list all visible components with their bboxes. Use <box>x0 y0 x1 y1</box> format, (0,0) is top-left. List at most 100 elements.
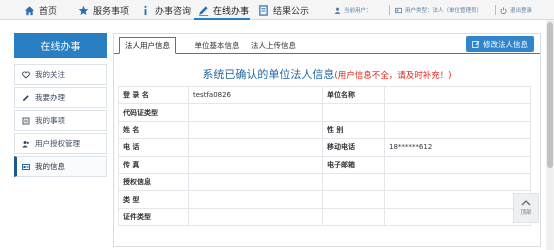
sidebar-item-apply[interactable]: 我要办理 <box>14 87 107 108</box>
field-value <box>384 155 531 174</box>
nav-results[interactable]: 结果公示 <box>258 0 309 20</box>
home-icon <box>24 5 35 15</box>
nav-home-label: 首页 <box>39 6 58 17</box>
scrollbar-thumb[interactable] <box>547 22 553 168</box>
table-row: 代码证类型 <box>118 103 531 122</box>
field-label: 电子邮箱 <box>322 155 385 174</box>
field-label: 移动电话 <box>322 138 385 157</box>
field-label-text: 授权信息 <box>123 178 151 187</box>
nav-services[interactable]: 服务事项 <box>78 0 129 20</box>
sidebar: 在线办事 我的关注 我要办理 我的事项 用户授权管理 我的信息 <box>14 33 107 177</box>
tab-unit-basic-info[interactable]: 单位基本信息 <box>187 37 247 54</box>
power-icon <box>500 6 507 14</box>
tab-bar: 法人用户信息 单位基本信息 法人上传信息 修改法人信息 <box>114 34 540 54</box>
id-card-icon <box>22 163 30 170</box>
nav-consult-label: 办事咨询 <box>155 6 192 17</box>
field-label: 类 型 <box>118 190 189 209</box>
current-user: 当前用户： <box>334 0 372 20</box>
sidebar-item-label: 我的信息 <box>35 162 65 171</box>
main-panel: 法人用户信息 单位基本信息 法人上传信息 修改法人信息 系统已确认的单位法人信息… <box>113 33 541 247</box>
field-value <box>188 190 323 209</box>
field-value <box>384 103 531 122</box>
user-type-label: 用户类型：法人（单位管理员） <box>405 8 483 14</box>
folder-icon <box>22 117 30 124</box>
field-label-text: 类 型 <box>123 195 140 204</box>
table-row: 授权信息 <box>118 172 531 192</box>
legal-info-table: 登 录 名 testfa0826 单位名称代码证类型姓 名 性 别电 话 移动电话 18*… <box>118 85 531 227</box>
field-label: 证件类型 <box>118 207 189 227</box>
field-label: 登 录 名 <box>118 85 189 105</box>
info-warning: (用户信息不全，请及时补充！) <box>334 71 452 81</box>
sidebar-item-user-auth[interactable]: 用户授权管理 <box>14 133 107 154</box>
field-value <box>384 190 531 209</box>
field-label-text: 证件类型 <box>123 212 151 221</box>
edit-icon <box>23 94 29 101</box>
document-icon <box>259 4 268 16</box>
back-to-top-button[interactable]: 顶部 <box>513 193 539 223</box>
field-label: 姓 名 <box>118 120 189 140</box>
field-label <box>322 207 385 227</box>
field-label: 性 别 <box>322 120 385 140</box>
id-card-icon <box>395 7 402 13</box>
field-label-text: 电 话 <box>123 143 140 152</box>
nav-active-indicator <box>194 18 250 20</box>
sidebar-item-label: 我的事项 <box>35 116 65 125</box>
tab-legal-upload-info[interactable]: 法人上传信息 <box>245 37 302 54</box>
field-label-text: 登 录 名 <box>123 91 149 100</box>
current-user-label: 当前用户： <box>344 8 372 14</box>
field-value <box>384 207 531 227</box>
info-title: 系统已确认的单位法人信息(用户信息不全，请及时补充！) <box>114 66 540 82</box>
info-icon <box>144 5 147 15</box>
divider <box>495 5 496 15</box>
field-label: 代码证类型 <box>118 103 189 122</box>
pencil-icon <box>198 5 209 16</box>
sidebar-item-label: 我的关注 <box>35 70 65 79</box>
nav-results-label: 结果公示 <box>273 6 310 17</box>
sidebar-item-my-matters[interactable]: 我的事项 <box>14 110 107 131</box>
field-value <box>188 120 323 140</box>
field-label-text: 性 别 <box>327 125 344 134</box>
nav-services-label: 服务事项 <box>93 6 130 17</box>
field-value <box>188 138 323 157</box>
table-row: 证件类型 <box>118 207 531 227</box>
field-value <box>384 85 531 105</box>
nav-consult[interactable]: 办事咨询 <box>140 0 191 20</box>
field-value <box>384 172 531 192</box>
field-label: 授权信息 <box>118 172 189 192</box>
nav-online-label: 在线办事 <box>213 6 250 17</box>
table-row: 登 录 名 testfa0826 单位名称 <box>118 85 531 105</box>
back-to-top-label: 顶部 <box>520 210 532 216</box>
field-label <box>322 103 385 122</box>
field-value-text: testfa0826 <box>193 91 232 100</box>
sidebar-item-my-info[interactable]: 我的信息 <box>14 156 107 177</box>
heart-icon <box>22 70 30 79</box>
sidebar-title: 在线办事 <box>14 33 107 58</box>
edit-icon <box>472 41 480 48</box>
top-navigation: 首页 服务事项 办事咨询 在线办事 结果公示 当前用户： 用户类型：法人（单位管… <box>0 0 554 20</box>
field-label: 传 真 <box>118 155 189 174</box>
edit-legal-info-button[interactable]: 修改法人信息 <box>466 36 534 52</box>
field-label-text: 姓 名 <box>123 125 140 134</box>
users-icon <box>22 140 29 147</box>
table-row: 类 型 <box>118 190 531 209</box>
logout-label: 退出登录 <box>510 8 533 14</box>
nav-home[interactable]: 首页 <box>24 0 57 20</box>
nav-online[interactable]: 在线办事 <box>198 0 249 20</box>
table-row: 姓 名性 别 <box>118 120 531 140</box>
field-label-text: 电子邮箱 <box>327 160 355 169</box>
field-label <box>322 190 385 209</box>
table-row: 电 话 移动电话 18******612 <box>118 138 531 157</box>
field-value <box>384 120 531 140</box>
star-icon <box>78 5 89 15</box>
tab-legal-user-info[interactable]: 法人用户信息 <box>119 37 176 54</box>
field-label-text: 单位名称 <box>327 91 355 100</box>
chevron-up-icon <box>521 200 531 206</box>
field-value <box>188 103 323 122</box>
field-label: 电 话 <box>118 138 189 157</box>
user-type: 用户类型：法人（单位管理员） <box>395 0 482 20</box>
field-label: 单位名称 <box>322 85 385 105</box>
sidebar-item-favorites[interactable]: 我的关注 <box>14 64 107 85</box>
logout-link[interactable]: 退出登录 <box>500 0 532 20</box>
edit-button-label: 修改法人信息 <box>483 39 528 49</box>
field-value-text: 18******612 <box>389 143 433 152</box>
